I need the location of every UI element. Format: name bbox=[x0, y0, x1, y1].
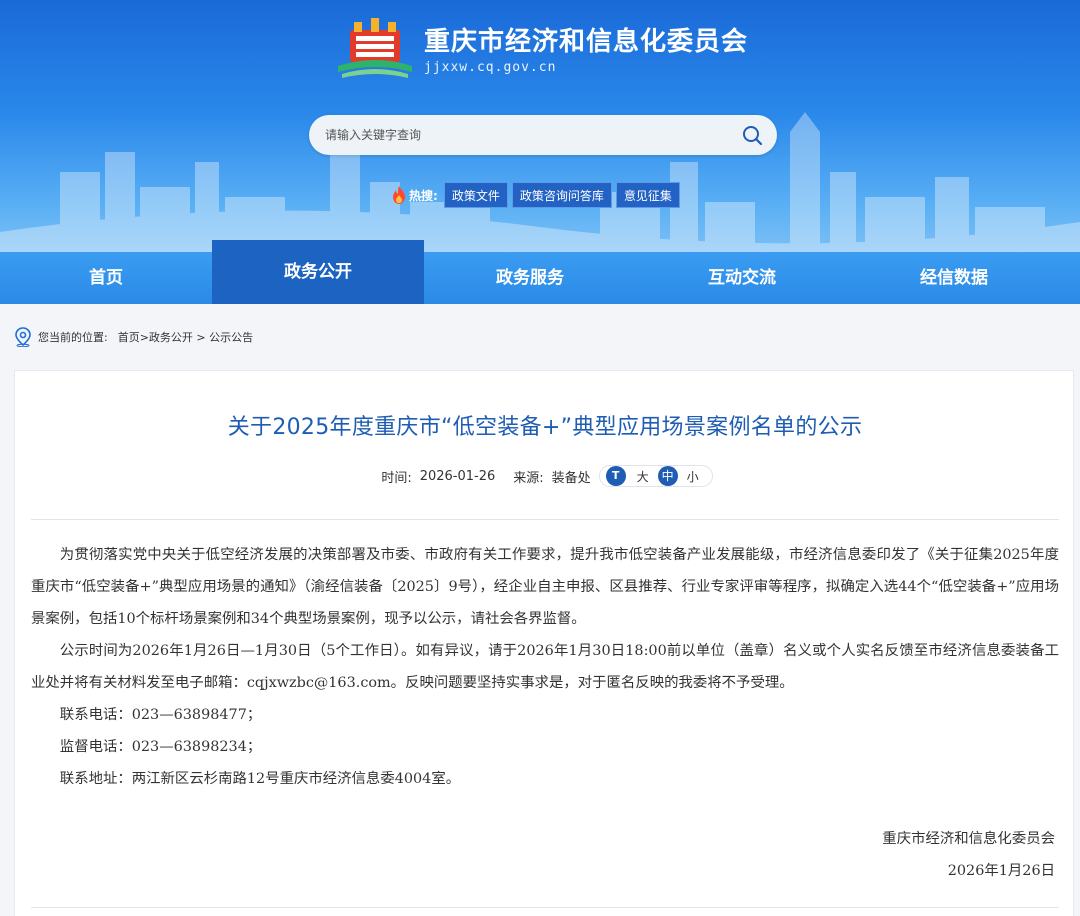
nav-interaction[interactable]: 互动交流 bbox=[636, 252, 848, 304]
nav-gov-services[interactable]: 政务服务 bbox=[424, 252, 636, 304]
contact-address: 联系地址：两江新区云杉南路12号重庆市经济信息委4004室。 bbox=[59, 771, 461, 787]
breadcrumb-label: 您当前的位置: bbox=[38, 331, 108, 344]
article-title: 关于2025年度重庆市“低空装备+”典型应用场景案例名单的公示 bbox=[227, 415, 863, 440]
fire-icon bbox=[393, 186, 405, 204]
header-banner: 重庆市经济和信息化委员会 jjxxw.cq.gov.cn 热搜: 政策文件 政策… bbox=[0, 0, 1080, 252]
content-divider bbox=[31, 519, 1059, 520]
time-label: 时间: bbox=[381, 470, 412, 486]
search-input[interactable] bbox=[325, 128, 741, 142]
article-meta: 时间: 2026-01-26 来源: 装备处 T 大 中 小 bbox=[15, 465, 1075, 487]
nav-gov-affairs[interactable]: 政务公开 bbox=[212, 240, 424, 304]
hot-tag-policy-qa[interactable]: 政策咨询问答库 bbox=[511, 182, 612, 208]
nav-home[interactable]: 首页 bbox=[0, 252, 212, 304]
hot-tag-policy-files[interactable]: 政策文件 bbox=[443, 182, 508, 208]
signature-block: 重庆市经济和信息化委员会 2026年1月26日 bbox=[882, 823, 1055, 887]
paragraph-intro: 为贯彻落实党中央关于低空经济发展的决策部署及市委、市政府有关工作要求，提升我市低… bbox=[31, 547, 1059, 627]
hot-tag-opinion[interactable]: 意见征集 bbox=[615, 182, 680, 208]
site-domain: jjxxw.cq.gov.cn bbox=[424, 60, 557, 75]
site-logo-icon bbox=[338, 18, 412, 78]
font-size-large[interactable]: 大 bbox=[636, 468, 650, 485]
location-pin-icon bbox=[15, 327, 31, 347]
bottom-divider bbox=[31, 907, 1059, 908]
font-size-medium[interactable]: 中 bbox=[657, 466, 678, 486]
font-size-icon: T bbox=[605, 466, 626, 486]
font-size-small[interactable]: 小 bbox=[686, 468, 700, 485]
supervision-phone: 监督电话：023—63898234； bbox=[59, 739, 262, 755]
publish-time: 2026-01-26 bbox=[419, 468, 496, 484]
signature-org: 重庆市经济和信息化委员会 bbox=[882, 831, 1055, 847]
search-icon[interactable] bbox=[741, 124, 763, 146]
search-box bbox=[309, 115, 777, 155]
hot-search: 热搜: 政策文件 政策咨询问答库 意见征集 bbox=[392, 182, 684, 208]
site-brand[interactable]: 重庆市经济和信息化委员会 jjxxw.cq.gov.cn bbox=[336, 18, 748, 82]
article-card: 关于2025年度重庆市“低空装备+”典型应用场景案例名单的公示 时间: 2026… bbox=[14, 370, 1074, 916]
breadcrumb: 您当前的位置: 首页>政务公开 > 公示公告 bbox=[14, 326, 253, 348]
font-size-control: T 大 中 小 bbox=[598, 465, 713, 487]
site-title: 重庆市经济和信息化委员会 bbox=[424, 27, 749, 57]
hot-search-label: 热搜: bbox=[409, 188, 438, 203]
source-label: 来源: bbox=[513, 470, 544, 486]
paragraph-period: 公示时间为2026年1月26日—1月30日（5个工作日）。如有异议，请于2026… bbox=[31, 643, 1059, 691]
main-nav: 首页 政务公开 政务服务 互动交流 经信数据 bbox=[0, 240, 1080, 304]
article-body: 为贯彻落实党中央关于低空经济发展的决策部署及市委、市政府有关工作要求，提升我市低… bbox=[31, 539, 1059, 795]
breadcrumb-path[interactable]: 首页>政务公开 > 公示公告 bbox=[118, 329, 253, 345]
nav-data[interactable]: 经信数据 bbox=[848, 252, 1060, 304]
signature-date: 2026年1月26日 bbox=[947, 863, 1055, 879]
source-value: 装备处 bbox=[551, 470, 591, 486]
contact-phone: 联系电话：023—63898477； bbox=[59, 707, 262, 723]
